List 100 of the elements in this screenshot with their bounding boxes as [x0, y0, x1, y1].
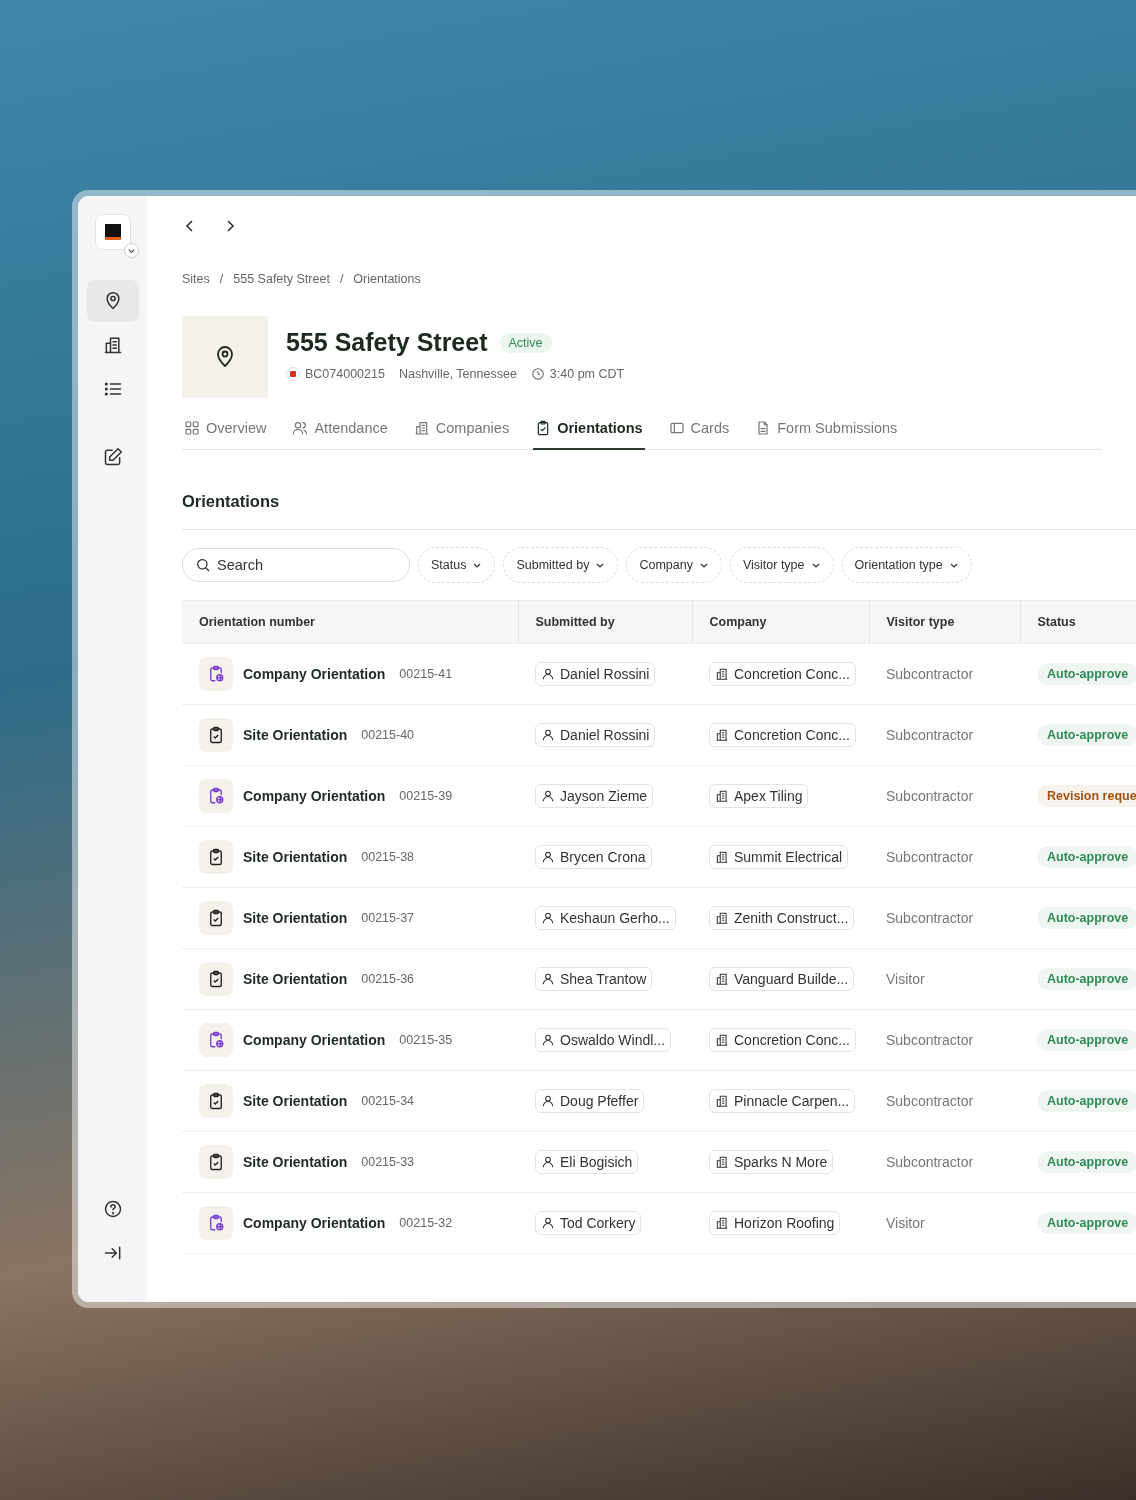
status-badge: Auto-approve — [1037, 663, 1136, 685]
status-badge: Auto-approve — [1037, 1212, 1136, 1234]
column-header[interactable]: Visitor type — [869, 600, 1020, 644]
status-badge: Revision reque — [1037, 785, 1136, 807]
visitor-type: Subcontractor — [869, 704, 1020, 766]
person-icon — [541, 667, 555, 681]
column-header[interactable]: Status — [1020, 600, 1136, 644]
status-badge: Auto-approve — [1037, 724, 1136, 746]
search-icon — [195, 557, 211, 573]
orientation-title[interactable]: Site Orientation — [243, 1093, 348, 1109]
search-field[interactable]: Search — [182, 548, 410, 582]
tab[interactable]: Cards — [666, 412, 732, 450]
status-badge: Auto-approve — [1037, 1090, 1136, 1112]
building-icon — [715, 667, 729, 681]
column-header[interactable]: Orientation number — [182, 600, 518, 644]
person-icon — [541, 1094, 555, 1108]
visitor-type: Subcontractor — [869, 765, 1020, 827]
breadcrumb-link[interactable]: Orientations — [353, 272, 421, 286]
orientation-title[interactable]: Site Orientation — [243, 727, 348, 743]
building-icon — [102, 335, 123, 355]
building-icon — [715, 911, 729, 925]
orientation-number: 00215-39 — [399, 789, 453, 803]
building-icon — [413, 420, 430, 436]
orientation-title[interactable]: Company Orientation — [243, 1215, 386, 1231]
breadcrumb-link[interactable]: Sites — [182, 272, 210, 286]
person-chip[interactable]: Tod Corkery — [535, 1211, 642, 1235]
visitor-type: Visitor — [869, 1192, 1020, 1254]
orientation-number: 00215-33 — [361, 1155, 415, 1169]
breadcrumb-separator: / — [339, 272, 344, 286]
status-badge: Active — [499, 332, 552, 353]
column-header[interactable]: Company — [692, 600, 869, 644]
orientation-title[interactable]: Company Orientation — [243, 788, 386, 804]
building-icon — [715, 972, 729, 986]
company-chip[interactable]: Concretion Conc... — [709, 1028, 856, 1052]
person-icon — [541, 789, 555, 803]
orientation-title[interactable]: Site Orientation — [243, 849, 348, 865]
section-title: Orientations — [182, 492, 281, 511]
building-icon — [715, 728, 729, 742]
company-chip[interactable]: Pinnacle Carpen... — [709, 1089, 856, 1113]
breadcrumb-link[interactable]: 555 Safety Street — [233, 272, 330, 286]
person-icon — [541, 911, 555, 925]
workspace-logo[interactable] — [94, 214, 131, 250]
collapse-icon — [102, 1243, 123, 1263]
tab[interactable]: Attendance — [290, 412, 390, 450]
person-chip[interactable]: Brycen Crona — [535, 845, 652, 869]
status-badge: Auto-approve — [1037, 1029, 1136, 1051]
person-chip[interactable]: Doug Pfeffer — [535, 1089, 645, 1113]
tab[interactable]: Orientations — [533, 412, 645, 450]
orientation-number: 00215-36 — [361, 972, 415, 986]
company-chip[interactable]: Vanguard Builde... — [709, 967, 855, 991]
person-chip[interactable]: Jayson Zieme — [535, 784, 654, 808]
orientation-title[interactable]: Site Orientation — [243, 910, 348, 926]
people-icon — [292, 420, 309, 436]
person-chip[interactable]: Daniel Rossini — [535, 662, 656, 686]
building-icon — [715, 1094, 729, 1108]
company-chip[interactable]: Concretion Conc... — [709, 723, 856, 747]
chevron-down-icon — [126, 246, 136, 255]
site-title: 555 Safety Street — [286, 328, 488, 357]
status-badge: Auto-approve — [1037, 1151, 1136, 1173]
tab[interactable]: Overview — [182, 412, 269, 450]
orientation-number: 00215-35 — [399, 1033, 453, 1047]
grid-icon — [184, 420, 200, 436]
person-chip[interactable]: Eli Bogisich — [535, 1150, 639, 1174]
tab[interactable]: Companies — [411, 412, 512, 450]
orientation-number: 00215-38 — [361, 850, 415, 864]
visitor-type: Subcontractor — [869, 1131, 1020, 1193]
column-header[interactable]: Submitted by — [518, 600, 692, 644]
orientation-title[interactable]: Site Orientation — [243, 1154, 348, 1170]
company-chip[interactable]: Sparks N More — [709, 1150, 834, 1174]
person-icon — [541, 1033, 555, 1047]
visitor-type: Visitor — [869, 948, 1020, 1010]
card-icon — [668, 420, 685, 436]
person-chip[interactable]: Keshaun Gerho... — [535, 906, 676, 930]
clock-icon — [530, 367, 545, 381]
workspace-dropdown-button[interactable] — [123, 243, 139, 258]
orientation-title[interactable]: Site Orientation — [243, 971, 348, 987]
building-icon — [715, 1216, 729, 1230]
company-chip[interactable]: Zenith Construct... — [709, 906, 855, 930]
building-icon — [715, 1033, 729, 1047]
status-badge: Auto-approve — [1037, 846, 1136, 868]
building-icon — [715, 850, 729, 864]
person-chip[interactable]: Shea Trantow — [535, 967, 653, 991]
company-chip[interactable]: Horizon Roofing — [709, 1211, 841, 1235]
orientation-title[interactable]: Company Orientation — [243, 1032, 386, 1048]
visitor-type: Subcontractor — [869, 826, 1020, 888]
company-chip[interactable]: Apex Tiling — [709, 784, 809, 808]
orientation-title[interactable]: Company Orientation — [243, 666, 386, 682]
company-logo-icon — [286, 367, 300, 381]
company-chip[interactable]: Concretion Conc... — [709, 662, 856, 686]
sidebar-item[interactable] — [86, 280, 139, 322]
tab[interactable]: Form Submissions — [753, 412, 900, 450]
person-icon — [541, 1216, 555, 1230]
person-icon — [541, 972, 555, 986]
visitor-type: Subcontractor — [869, 887, 1020, 949]
site-code: BC074000215 — [305, 367, 385, 381]
visitor-type: Subcontractor — [869, 1070, 1020, 1132]
person-chip[interactable]: Daniel Rossini — [535, 723, 656, 747]
company-chip[interactable]: Summit Electrical — [709, 845, 849, 869]
edit-icon — [102, 447, 123, 467]
person-chip[interactable]: Oswaldo Windl... — [535, 1028, 672, 1052]
